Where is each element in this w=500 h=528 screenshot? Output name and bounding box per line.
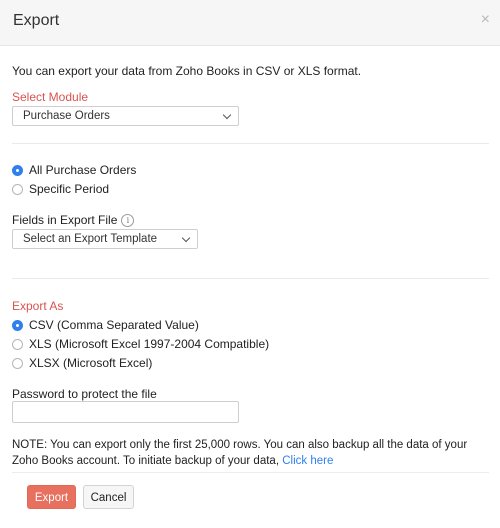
divider xyxy=(12,472,489,473)
chevron-down-icon xyxy=(222,110,232,120)
radio-xls[interactable]: XLS (Microsoft Excel 1997-2004 Compatibl… xyxy=(12,337,269,351)
export-template-select[interactable]: Select an Export Template xyxy=(12,229,198,249)
radio-xlsx[interactable]: XLSX (Microsoft Excel) xyxy=(12,356,152,370)
divider xyxy=(12,143,489,144)
password-field[interactable] xyxy=(12,401,239,423)
radio-button[interactable] xyxy=(12,338,23,350)
radio-label: All Purchase Orders xyxy=(29,163,137,177)
module-select[interactable]: Purchase Orders xyxy=(12,106,239,126)
radio-csv[interactable]: CSV (Comma Separated Value) xyxy=(12,318,199,332)
radio-label: XLSX (Microsoft Excel) xyxy=(29,356,153,370)
note-text: NOTE: You can export only the first 25,0… xyxy=(12,439,468,467)
radio-label: Specific Period xyxy=(29,182,110,196)
cancel-button[interactable]: Cancel xyxy=(83,485,134,509)
export-dialog: Export × You can export your data from Z… xyxy=(0,0,500,528)
dialog-title: Export xyxy=(13,12,60,29)
export-template-placeholder: Select an Export Template xyxy=(23,233,158,245)
divider xyxy=(12,278,489,279)
radio-button[interactable] xyxy=(12,183,23,195)
radio-specific-period[interactable]: Specific Period xyxy=(12,182,109,196)
backup-link[interactable]: Click here xyxy=(282,455,333,467)
chevron-down-icon xyxy=(181,233,191,243)
radio-button-checked[interactable] xyxy=(12,164,23,176)
select-module-label: Select Module xyxy=(12,90,89,104)
module-select-value: Purchase Orders xyxy=(23,110,110,122)
radio-button[interactable] xyxy=(12,357,23,369)
export-note: NOTE: You can export only the first 25,0… xyxy=(12,437,490,469)
export-button[interactable]: Export xyxy=(27,485,76,509)
radio-label: CSV (Comma Separated Value) xyxy=(29,318,199,332)
intro-text: You can export your data from Zoho Books… xyxy=(12,64,362,78)
fields-in-export-label: Fields in Export File i xyxy=(12,213,135,228)
info-icon[interactable]: i xyxy=(121,214,135,228)
export-as-label: Export As xyxy=(12,299,64,313)
fields-label-text: Fields in Export File xyxy=(12,213,118,227)
password-label: Password to protect the file xyxy=(12,387,157,401)
radio-label: XLS (Microsoft Excel 1997-2004 Compatibl… xyxy=(29,337,270,351)
radio-button-checked[interactable] xyxy=(12,319,23,331)
close-icon[interactable]: × xyxy=(481,12,490,28)
radio-all-purchase-orders[interactable]: All Purchase Orders xyxy=(12,163,136,177)
dialog-header: Export × xyxy=(0,0,500,46)
